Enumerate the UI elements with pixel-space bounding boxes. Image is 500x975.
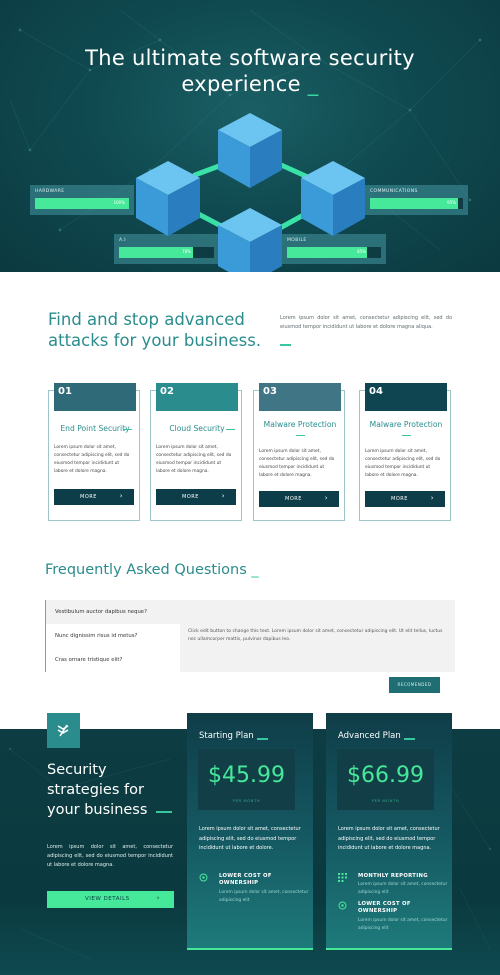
feature-title: Find and stop advanced attacks for your … <box>48 309 268 351</box>
feature-subtext: Lorem ipsum dolor sit amet, consectetur … <box>358 882 448 895</box>
feature-name: LOWER COST OF OWNERSHIP <box>358 901 411 914</box>
faq-question-3[interactable]: Cras ornare tristique elit? <box>55 657 122 663</box>
recommended-button[interactable]: RECOMENDED <box>389 677 440 693</box>
faq-title: Frequently Asked Questions _ <box>45 562 259 578</box>
cube-right <box>301 161 365 236</box>
security-dash <box>156 811 172 813</box>
service-card-1: 01 End Point Security Lorem ipsum dolor … <box>48 383 140 521</box>
service-card-3: 03 Malware Protection Lorem ipsum dolor … <box>253 383 345 521</box>
view-details-button[interactable]: VIEW DETAILS › <box>47 891 174 908</box>
plan-price: $45.99 <box>208 763 285 788</box>
plan-name: Advanced Plan <box>338 731 401 741</box>
cube-bottom <box>218 208 282 272</box>
feature-name: MONTHLY REPORTING <box>358 873 428 879</box>
card-number: 02 <box>156 383 238 411</box>
feature-dash <box>280 344 291 346</box>
card-dash <box>402 435 411 436</box>
plan-dash <box>257 738 268 740</box>
faq-title-text: Frequently Asked Questions <box>45 562 247 578</box>
faq-underscore: _ <box>251 562 259 578</box>
feature-title-line2: attacks for your business. <box>48 331 262 350</box>
shield-icon <box>57 724 69 737</box>
faq-active-indicator <box>45 600 46 672</box>
more-button-label: MORE <box>391 496 408 502</box>
card-dash <box>296 435 305 436</box>
security-title-line1: Security <box>47 762 107 778</box>
plan-price: $66.99 <box>347 763 424 788</box>
card-text: Lorem ipsum dolor sit amet, consectetur … <box>54 445 130 474</box>
target-icon <box>338 901 347 910</box>
faq-question-2[interactable]: Nunc dignissim risus id metus? <box>55 633 137 639</box>
price-period: PER MONTH <box>232 798 261 803</box>
card-title: Malware Protection <box>263 420 337 429</box>
security-title-line2: strategies for <box>47 782 144 798</box>
faq-tabs-background <box>45 624 180 672</box>
chevron-right-icon: › <box>221 492 225 500</box>
grid-icon <box>338 873 347 882</box>
more-button-label: MORE <box>182 494 199 500</box>
card-dash <box>226 429 235 430</box>
cube-network-illustration <box>136 113 365 272</box>
security-title-line3: your business <box>47 802 148 818</box>
feature-title-line1: Find and stop advanced <box>48 310 245 329</box>
more-button-label: MORE <box>285 496 302 502</box>
feature-subtext: Lorem ipsum dolor sit amet, consectetur … <box>219 890 309 903</box>
cube-left <box>136 161 200 236</box>
price-box: $45.99 PER MONTH <box>198 749 295 810</box>
cube-top <box>218 113 282 188</box>
shield-badge <box>47 713 80 748</box>
pricing-card-advanced: Advanced Plan $66.99 PER MONTH Lorem ips… <box>326 713 452 950</box>
more-button[interactable]: MORE › <box>259 491 339 507</box>
card-title: Malware Protection <box>369 420 443 429</box>
more-button[interactable]: MORE › <box>54 489 134 505</box>
pricing-card-starting: Starting Plan $45.99 PER MONTH Lorem ips… <box>187 713 313 950</box>
card-text: Lorem ipsum dolor sit amet, consectetur … <box>156 445 232 474</box>
feature-text: Lorem ipsum dolor sit amet, consectetur … <box>280 315 452 330</box>
card-number: 04 <box>365 383 447 411</box>
chevron-right-icon: › <box>119 492 123 500</box>
more-button[interactable]: MORE › <box>156 489 236 505</box>
plan-dash <box>404 738 415 740</box>
price-period: PER MONTH <box>371 798 400 803</box>
faq-answer: Click edit button to change this text. L… <box>188 629 443 642</box>
more-button-label: MORE <box>80 494 97 500</box>
faq-question-1[interactable]: Vestibulum auctor dapibus neque? <box>55 609 147 615</box>
chevron-right-icon: › <box>324 494 328 502</box>
feature-name: LOWER COST OF OWNERSHIP <box>219 873 272 886</box>
feature-subtext: Lorem ipsum dolor sit amet, consectetur … <box>358 918 448 931</box>
card-number: 01 <box>54 383 136 411</box>
chevron-right-icon: › <box>156 894 160 902</box>
plan-name: Starting Plan <box>199 731 254 741</box>
plan-description: Lorem ipsum dolor sit amet, consectetur … <box>338 826 440 851</box>
card-number: 03 <box>259 383 341 411</box>
more-button[interactable]: MORE › <box>365 491 445 507</box>
card-text: Lorem ipsum dolor sit amet, consectetur … <box>259 449 335 478</box>
service-card-4: 04 Malware Protection Lorem ipsum dolor … <box>359 383 451 521</box>
plan-description: Lorem ipsum dolor sit amet, consectetur … <box>199 826 301 851</box>
chevron-right-icon: › <box>430 494 434 502</box>
card-dash <box>123 429 132 430</box>
hero-section: The ultimate software security experienc… <box>0 0 500 272</box>
card-text: Lorem ipsum dolor sit amet, consectetur … <box>365 449 441 478</box>
service-card-2: 02 Cloud Security Lorem ipsum dolor sit … <box>150 383 242 521</box>
view-details-label: VIEW DETAILS <box>85 896 130 902</box>
target-icon <box>199 873 208 882</box>
price-box: $66.99 PER MONTH <box>337 749 434 810</box>
security-text: Lorem ipsum dolor sit amet, consectetur … <box>47 844 173 868</box>
